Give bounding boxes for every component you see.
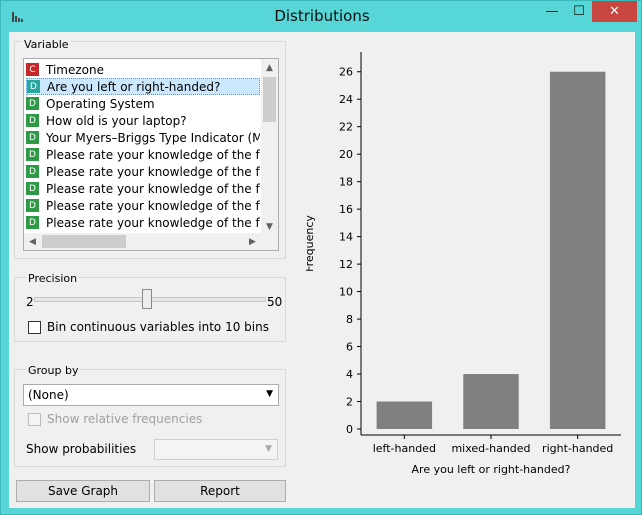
y-tick-label: 12 (339, 258, 353, 271)
maximize-button[interactable]: ☐ (566, 1, 592, 22)
list-horizontal-scrollbar[interactable]: ◀ ▶ (24, 233, 261, 250)
discrete-type-icon: D (26, 216, 39, 229)
discrete-type-icon: D (26, 165, 39, 178)
variable-list-item[interactable]: D Please rate your knowledge of the follo… (26, 163, 260, 180)
y-tick-label: 8 (346, 313, 353, 326)
variable-list-item[interactable]: D Please rate your knowledge of the follo… (26, 180, 260, 197)
y-tick-label: 14 (339, 231, 353, 244)
y-tick-label: 22 (339, 121, 353, 134)
relative-frequencies-checkbox[interactable] (28, 412, 41, 426)
precision-min-label: 2 (26, 295, 34, 309)
variable-list-item[interactable]: D Your Myers–Briggs Type Indicator (MBTI) (26, 129, 260, 146)
client-area: Variable D Please rate your knowledge of … (9, 32, 635, 508)
y-tick-label: 24 (339, 93, 353, 106)
variable-list-item[interactable]: D Please rate your knowledge of the follo… (26, 214, 260, 231)
variable-list-item-label: Your Myers–Briggs Type Indicator (MBTI) (46, 130, 260, 145)
report-button[interactable]: Report (154, 480, 286, 502)
variable-list-item[interactable]: D Please rate your knowledge of the follo… (26, 197, 260, 214)
distribution-chart: 02468101214161820222426left-handed mixed-… (303, 52, 621, 476)
histogram-bar (549, 71, 606, 430)
x-tick-label: right-handed (542, 442, 613, 455)
list-vertical-scrollbar[interactable]: ▲ ▼ (261, 59, 278, 235)
y-tick-label: 6 (346, 341, 353, 354)
discrete-type-icon: D (26, 182, 39, 195)
horizontal-scroll-thumb[interactable] (42, 235, 126, 248)
discrete-type-icon: D (26, 131, 39, 144)
y-tick-label: 0 (346, 423, 353, 436)
group-by-label: Group by (26, 364, 81, 377)
variable-list-item-label: Please rate your knowledge of the follow (46, 147, 260, 162)
bin-checkbox-label: Bin continuous variables into 10 bins (47, 320, 269, 334)
relative-frequencies-row[interactable]: Show relative frequencies (28, 412, 202, 426)
chevron-down-icon[interactable]: ▼ (265, 444, 272, 454)
title-bar[interactable]: Distributions — ☐ ✕ (1, 1, 641, 33)
scroll-left-icon[interactable]: ◀ (24, 233, 41, 250)
continuous-type-icon: C (26, 63, 39, 76)
precision-max-label: 50 (267, 295, 283, 309)
y-tick-label: 10 (339, 286, 353, 299)
histogram-bar (463, 374, 519, 429)
variable-list-item-label: Please rate your knowledge of the follow (46, 181, 260, 196)
variable-list-item-label: Please rate your knowledge of the follow (46, 198, 260, 213)
chevron-down-icon[interactable]: ▼ (266, 389, 273, 399)
variable-list-item[interactable]: D Are you left or right-handed? (26, 78, 260, 95)
vertical-scroll-thumb[interactable] (263, 77, 276, 122)
y-tick-label: 26 (339, 66, 353, 79)
discrete-type-icon: D (26, 199, 39, 212)
minimize-button[interactable]: — (539, 1, 565, 22)
close-button[interactable]: ✕ (592, 1, 637, 22)
variable-list-item-label: Please rate your knowledge of the follow (46, 164, 260, 179)
variable-list-item[interactable]: D Operating System (26, 95, 260, 112)
bin-checkbox-row[interactable]: Bin continuous variables into 10 bins (28, 320, 269, 334)
histogram-bar (376, 401, 433, 429)
y-tick-label: 2 (346, 396, 353, 409)
group-by-combo[interactable]: (None) ▼ (23, 384, 279, 406)
show-probabilities-combo[interactable]: ▼ (154, 439, 278, 460)
precision-group-label: Precision (26, 272, 80, 285)
save-graph-button[interactable]: Save Graph (16, 480, 150, 502)
x-tick-label: left-handed (373, 442, 436, 455)
x-tick-label: mixed-handed (451, 442, 530, 455)
x-axis-label: Are you left or right-handed? (412, 463, 571, 476)
window: Distributions — ☐ ✕ Variable D Please rat… (0, 0, 642, 515)
discrete-type-icon: D (26, 114, 39, 127)
relative-frequencies-label: Show relative frequencies (47, 412, 203, 426)
scroll-right-icon[interactable]: ▶ (244, 233, 261, 250)
variable-list-item-label: How old is your laptop? (46, 113, 187, 128)
variable-group-label: Variable (22, 38, 71, 51)
variable-list[interactable]: D Please rate your knowledge of the follo… (23, 58, 279, 251)
variable-list-item-label: Are you left or right-handed? (47, 79, 221, 94)
chart-area: 0 2 4 6 8 10 12 14 16 18 20 22 24 26 left-handed mixed-… (303, 40, 630, 499)
variable-list-item[interactable]: D Please rate your knowledge of the follo… (26, 146, 260, 163)
scroll-up-icon[interactable]: ▲ (261, 59, 278, 76)
variable-list-item-label: Please rate your knowledge of the follow (46, 215, 260, 230)
group-by-value: (None) (28, 388, 69, 402)
variable-list-item[interactable]: C Timezone (26, 61, 260, 78)
scroll-corner (261, 233, 278, 250)
discrete-type-icon: D (27, 80, 40, 93)
y-tick-label: 16 (339, 203, 353, 216)
variable-list-item[interactable]: D How old is your laptop? (26, 112, 260, 129)
show-probabilities-label: Show probabilities (26, 442, 137, 456)
variable-list-item-label: Operating System (46, 96, 155, 111)
variable-list-item-label: Timezone (46, 62, 104, 77)
y-tick-label: 4 (346, 368, 353, 381)
discrete-type-icon: D (26, 148, 39, 161)
y-tick-label: 20 (339, 148, 353, 161)
discrete-type-icon: D (26, 97, 39, 110)
precision-slider-handle[interactable] (142, 289, 152, 309)
bin-checkbox[interactable] (28, 320, 41, 334)
y-tick-label: 18 (339, 176, 353, 189)
y-axis-label: Frequency (306, 215, 316, 272)
